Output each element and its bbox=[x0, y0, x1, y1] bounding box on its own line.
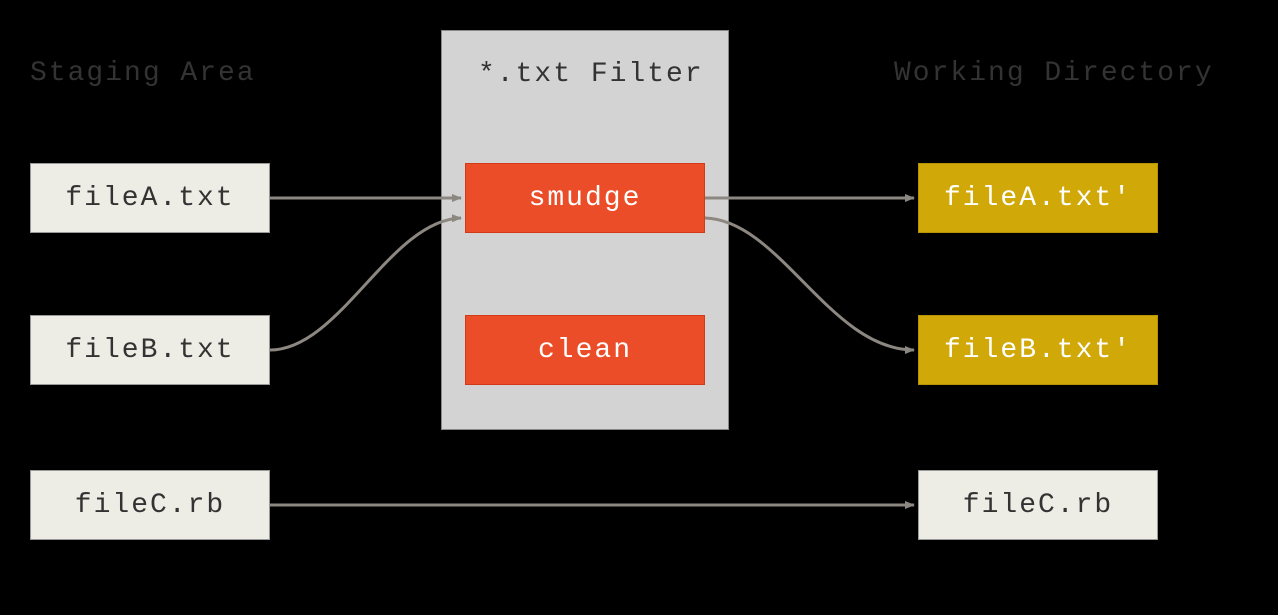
working-file-c: fileC.rb bbox=[918, 470, 1158, 540]
working-directory-header: Working Directory bbox=[894, 58, 1214, 89]
filter-clean: clean bbox=[465, 315, 705, 385]
staging-area-header: Staging Area bbox=[30, 58, 256, 89]
staging-file-c: fileC.rb bbox=[30, 470, 270, 540]
filter-smudge: smudge bbox=[465, 163, 705, 233]
working-file-b: fileB.txt' bbox=[918, 315, 1158, 385]
arrow-fileb-smudge bbox=[270, 218, 461, 350]
working-file-a: fileA.txt' bbox=[918, 163, 1158, 233]
arrow-smudge-fileb bbox=[705, 218, 914, 350]
filter-header: *.txt Filter bbox=[478, 59, 704, 90]
staging-file-a: fileA.txt bbox=[30, 163, 270, 233]
staging-file-b: fileB.txt bbox=[30, 315, 270, 385]
